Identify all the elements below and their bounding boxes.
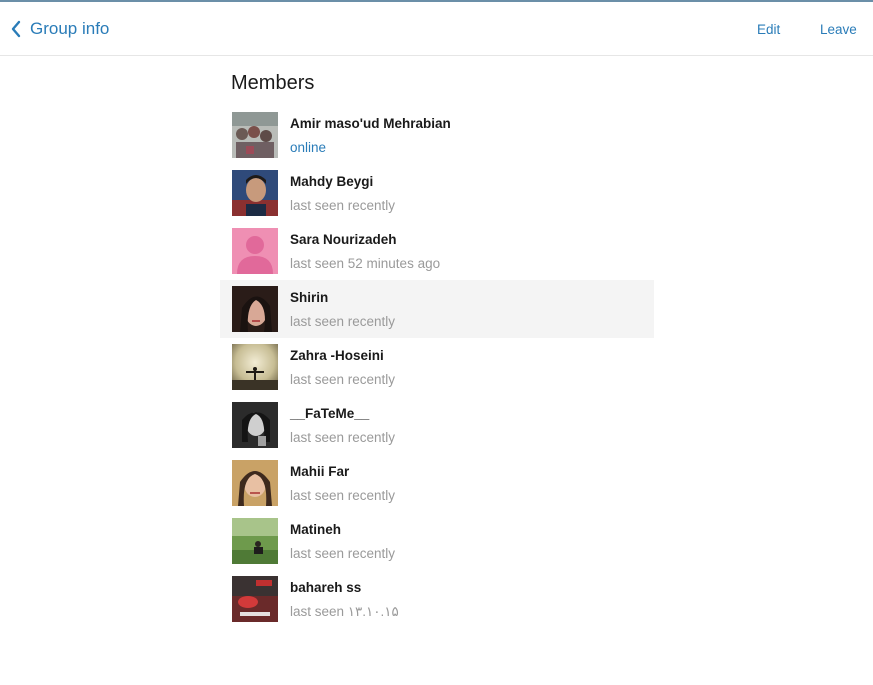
member-status: last seen recently [290,314,396,329]
member-name: Shirin [290,290,329,305]
member-name: bahareh ss [290,580,362,595]
member-row[interactable]: Mahii Far last seen recently [220,454,654,512]
member-status: last seen ۱۳.۱۰.۱۵ [290,604,399,619]
avatar [232,518,278,564]
member-status: last seen recently [290,488,396,503]
member-name: Sara Nourizadeh [290,232,397,247]
member-row[interactable]: Zahra -Hoseini last seen recently [220,338,654,396]
edit-button[interactable]: Edit [757,22,780,37]
member-name: Zahra -Hoseini [290,348,384,363]
member-row[interactable]: Shirin last seen recently [220,280,654,338]
member-name: Amir maso'ud Mehrabian [290,116,451,131]
member-name: Mahdy Beygi [290,174,374,189]
member-row[interactable]: Matineh last seen recently [220,512,654,570]
member-row[interactable]: bahareh ss last seen ۱۳.۱۰.۱۵ [220,570,654,628]
member-row[interactable]: Amir maso'ud Mehrabian online [220,106,654,164]
avatar [232,460,278,506]
member-status: last seen recently [290,198,396,213]
back-label: Group info [30,19,110,38]
avatar [232,112,278,158]
members-heading: Members [231,72,315,94]
avatar [232,402,278,448]
member-row[interactable]: Sara Nourizadeh last seen 52 minutes ago [220,222,654,280]
members-list: Amir maso'ud Mehrabian online Mahdy Beyg… [220,106,654,628]
header-bar: Group info Edit Leave [0,2,873,56]
leave-button[interactable]: Leave [820,22,857,37]
member-row[interactable]: Mahdy Beygi last seen recently [220,164,654,222]
member-name: Mahii Far [290,464,350,479]
avatar [232,228,278,274]
member-name: __FaTeMe__ [290,406,370,421]
member-name: Matineh [290,522,342,537]
chevron-left-icon [10,20,22,38]
member-status: last seen recently [290,372,396,387]
avatar [232,576,278,622]
avatar [232,286,278,332]
member-status: last seen recently [290,430,396,445]
member-status: online [290,140,327,155]
avatar [232,170,278,216]
member-row[interactable]: __FaTeMe__ last seen recently [220,396,654,454]
member-status: last seen 52 minutes ago [290,256,441,271]
back-button[interactable]: Group info [10,16,109,42]
avatar [232,344,278,390]
member-status: last seen recently [290,546,396,561]
